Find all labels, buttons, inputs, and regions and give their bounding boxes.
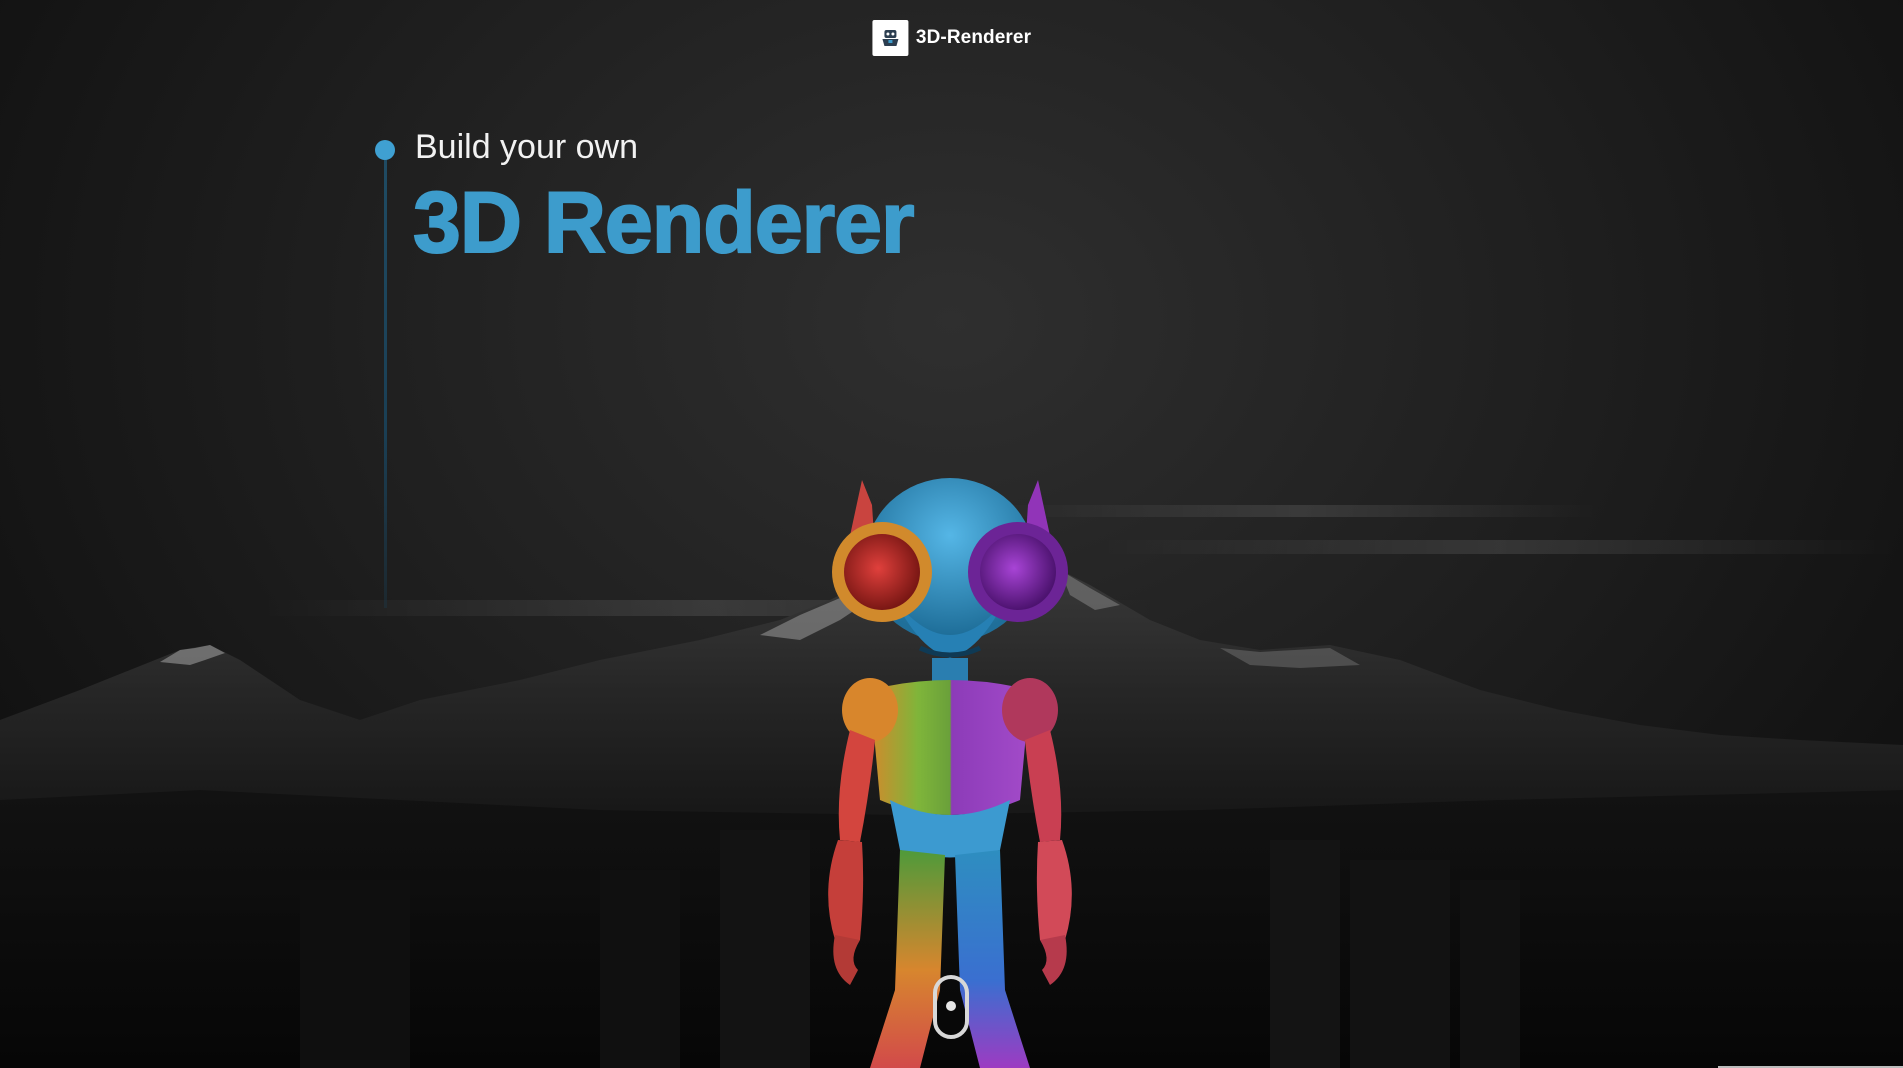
hero-title: 3D Renderer xyxy=(412,174,915,272)
brand-link[interactable]: 3D-Renderer xyxy=(871,20,1032,56)
timeline-dot xyxy=(375,140,395,160)
robot-logo-icon xyxy=(871,20,908,56)
scroll-wheel-dot xyxy=(946,1001,956,1011)
timeline-line xyxy=(384,160,387,608)
hero-subtitle: Build your own xyxy=(415,128,639,166)
mouse-scroll-icon[interactable] xyxy=(933,975,969,1039)
page: 3D-Renderer Build your own 3D Renderer xyxy=(0,0,1903,1068)
brand-name: 3D-Renderer xyxy=(915,27,1032,48)
